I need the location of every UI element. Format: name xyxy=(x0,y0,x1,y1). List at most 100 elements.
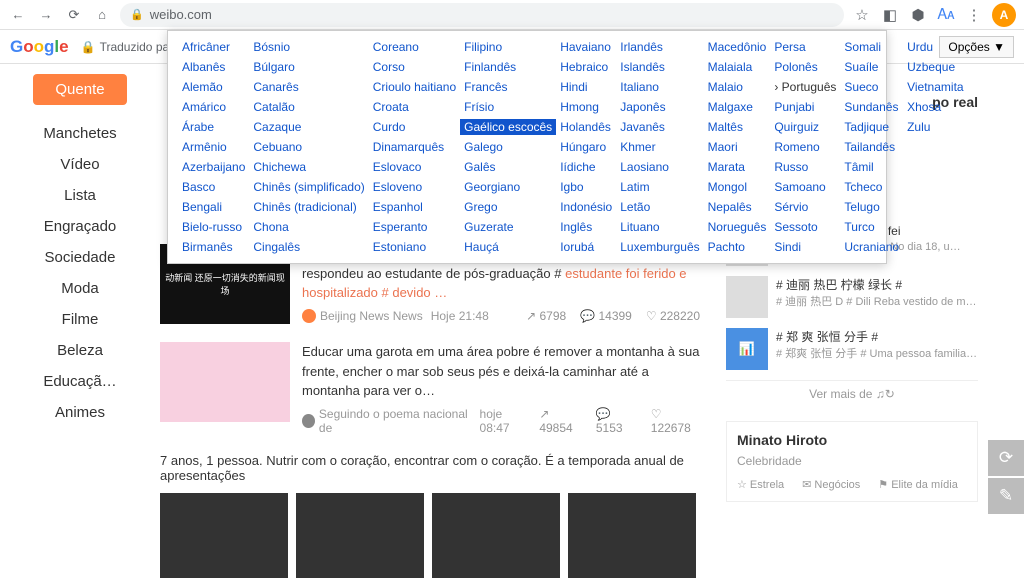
like-count[interactable]: ♡ 228220 xyxy=(646,309,700,323)
language-option[interactable]: Indonésio xyxy=(556,199,616,215)
language-option[interactable]: Filipino xyxy=(460,39,556,55)
language-option[interactable]: Crioulo haitiano xyxy=(369,79,460,95)
language-option[interactable]: › Português xyxy=(770,79,840,95)
language-option[interactable]: Telugo xyxy=(840,199,903,215)
language-option[interactable]: Georgiano xyxy=(460,179,556,195)
trend-item[interactable]: 📊# 郑 爽 张恒 分手 ## 郑爽 张恒 分手 # Uma pessoa fa… xyxy=(726,328,978,370)
language-option[interactable]: Galês xyxy=(460,159,556,175)
language-option[interactable]: Basco xyxy=(178,179,249,195)
language-option[interactable]: Iídiche xyxy=(556,159,616,175)
language-option[interactable]: Havaiano xyxy=(556,39,616,55)
language-option[interactable]: Polonês xyxy=(770,59,840,75)
home-button[interactable]: ⌂ xyxy=(92,5,112,25)
language-option[interactable]: Malaio xyxy=(704,79,771,95)
language-option[interactable]: Chinês (simplificado) xyxy=(249,179,368,195)
gallery-image[interactable] xyxy=(568,493,696,578)
edit-float-button[interactable]: ✎ xyxy=(988,478,1024,514)
feed-source[interactable]: Beijing News News xyxy=(302,309,423,323)
see-more-link[interactable]: Ver mais de ♫↻ xyxy=(726,380,978,407)
sidebar-link[interactable]: Moda xyxy=(61,280,99,297)
language-option[interactable]: Iorubá xyxy=(556,239,616,255)
language-option[interactable]: Russo xyxy=(770,159,840,175)
language-option[interactable]: Malaiala xyxy=(704,59,771,75)
language-option[interactable]: Sundanês xyxy=(840,99,903,115)
forward-button[interactable]: → xyxy=(36,5,56,25)
language-option[interactable]: Corso xyxy=(369,59,460,75)
sidebar-link[interactable]: Sociedade xyxy=(45,249,116,266)
language-option[interactable]: Turco xyxy=(840,219,903,235)
feed-source[interactable]: Seguindo o poema nacional de xyxy=(302,407,472,435)
language-option[interactable]: Cingalês xyxy=(249,239,368,255)
language-option[interactable]: Xhosa xyxy=(903,99,967,115)
address-bar[interactable]: 🔒 weibo.com xyxy=(120,3,844,27)
language-option[interactable]: Macedônio xyxy=(704,39,771,55)
language-option[interactable]: Sueco xyxy=(840,79,903,95)
hot-button[interactable]: Quente xyxy=(33,74,126,105)
menu-icon[interactable]: ⋮ xyxy=(964,5,984,25)
language-option[interactable]: Hindi xyxy=(556,79,616,95)
card-action[interactable]: ✉ Negócios xyxy=(802,478,860,491)
language-option[interactable]: Esloveno xyxy=(369,179,460,195)
language-option[interactable]: Curdo xyxy=(369,119,460,135)
trend-item[interactable]: # 迪丽 热巴 柠檬 绿长 ## 迪丽 热巴 D # Dili Reba ves… xyxy=(726,276,978,318)
language-option[interactable]: Punjabi xyxy=(770,99,840,115)
gallery-image[interactable] xyxy=(160,493,288,578)
language-option[interactable]: Norueguês xyxy=(704,219,771,235)
language-option[interactable]: Chichewa xyxy=(249,159,368,175)
language-option[interactable]: Espanhol xyxy=(369,199,460,215)
language-option[interactable]: Guzerate xyxy=(460,219,556,235)
language-option[interactable]: Chona xyxy=(249,219,368,235)
language-option[interactable]: Amárico xyxy=(178,99,249,115)
card-title[interactable]: Minato Hiroto xyxy=(737,432,967,448)
language-option[interactable]: Uzbeque xyxy=(903,59,967,75)
language-option[interactable]: Armênio xyxy=(178,139,249,155)
language-option[interactable]: Holandês xyxy=(556,119,616,135)
refresh-float-button[interactable]: ⟳ xyxy=(988,440,1024,476)
language-option[interactable]: Alemão xyxy=(178,79,249,95)
language-option[interactable]: Sindi xyxy=(770,239,840,255)
language-option[interactable]: Búlgaro xyxy=(249,59,368,75)
language-option[interactable]: Africâner xyxy=(178,39,249,55)
language-option[interactable]: Cebuano xyxy=(249,139,368,155)
language-option[interactable]: Luxemburguês xyxy=(616,239,703,255)
card-action[interactable]: ☆ Estrela xyxy=(737,478,784,491)
language-option[interactable]: Húngaro xyxy=(556,139,616,155)
language-option[interactable]: Bengali xyxy=(178,199,249,215)
language-option[interactable]: Canarês xyxy=(249,79,368,95)
language-option[interactable]: Dinamarquês xyxy=(369,139,460,155)
language-option[interactable]: Igbo xyxy=(556,179,616,195)
language-option[interactable]: Azerbaijano xyxy=(178,159,249,175)
language-option[interactable]: Finlandês xyxy=(460,59,556,75)
language-option[interactable]: Latim xyxy=(616,179,703,195)
language-option[interactable]: Albanês xyxy=(178,59,249,75)
language-option[interactable]: Croata xyxy=(369,99,460,115)
sidebar-link[interactable]: Engraçado xyxy=(44,218,117,235)
language-option[interactable]: Grego xyxy=(460,199,556,215)
language-option[interactable]: Romeno xyxy=(770,139,840,155)
star-icon[interactable]: ☆ xyxy=(852,5,872,25)
language-option[interactable]: Eslovaco xyxy=(369,159,460,175)
language-option[interactable]: Khmer xyxy=(616,139,703,155)
language-option[interactable]: Galego xyxy=(460,139,556,155)
gallery-image[interactable] xyxy=(296,493,424,578)
language-option[interactable]: Francês xyxy=(460,79,556,95)
comment-count[interactable]: 💬 14399 xyxy=(580,309,632,323)
language-option[interactable]: Tcheco xyxy=(840,179,903,195)
language-option[interactable]: Cazaque xyxy=(249,119,368,135)
language-option[interactable]: Italiano xyxy=(616,79,703,95)
language-option[interactable]: Irlandês xyxy=(616,39,703,55)
language-option[interactable]: Maori xyxy=(704,139,771,155)
card-action[interactable]: ⚑ Elite da mídia xyxy=(878,478,958,491)
language-option[interactable]: Somali xyxy=(840,39,903,55)
language-option[interactable]: Birmanês xyxy=(178,239,249,255)
language-option[interactable]: Islandês xyxy=(616,59,703,75)
language-option[interactable]: Hauçá xyxy=(460,239,556,255)
language-option[interactable]: Tadjique xyxy=(840,119,903,135)
share-count[interactable]: ↗ 6798 xyxy=(526,309,566,323)
language-option[interactable]: Japonês xyxy=(616,99,703,115)
ext-icon-1[interactable]: ◧ xyxy=(880,5,900,25)
sidebar-link[interactable]: Animes xyxy=(55,404,105,421)
language-option[interactable]: Catalão xyxy=(249,99,368,115)
language-option[interactable]: Zulu xyxy=(903,119,967,135)
language-option[interactable]: Frísio xyxy=(460,99,556,115)
